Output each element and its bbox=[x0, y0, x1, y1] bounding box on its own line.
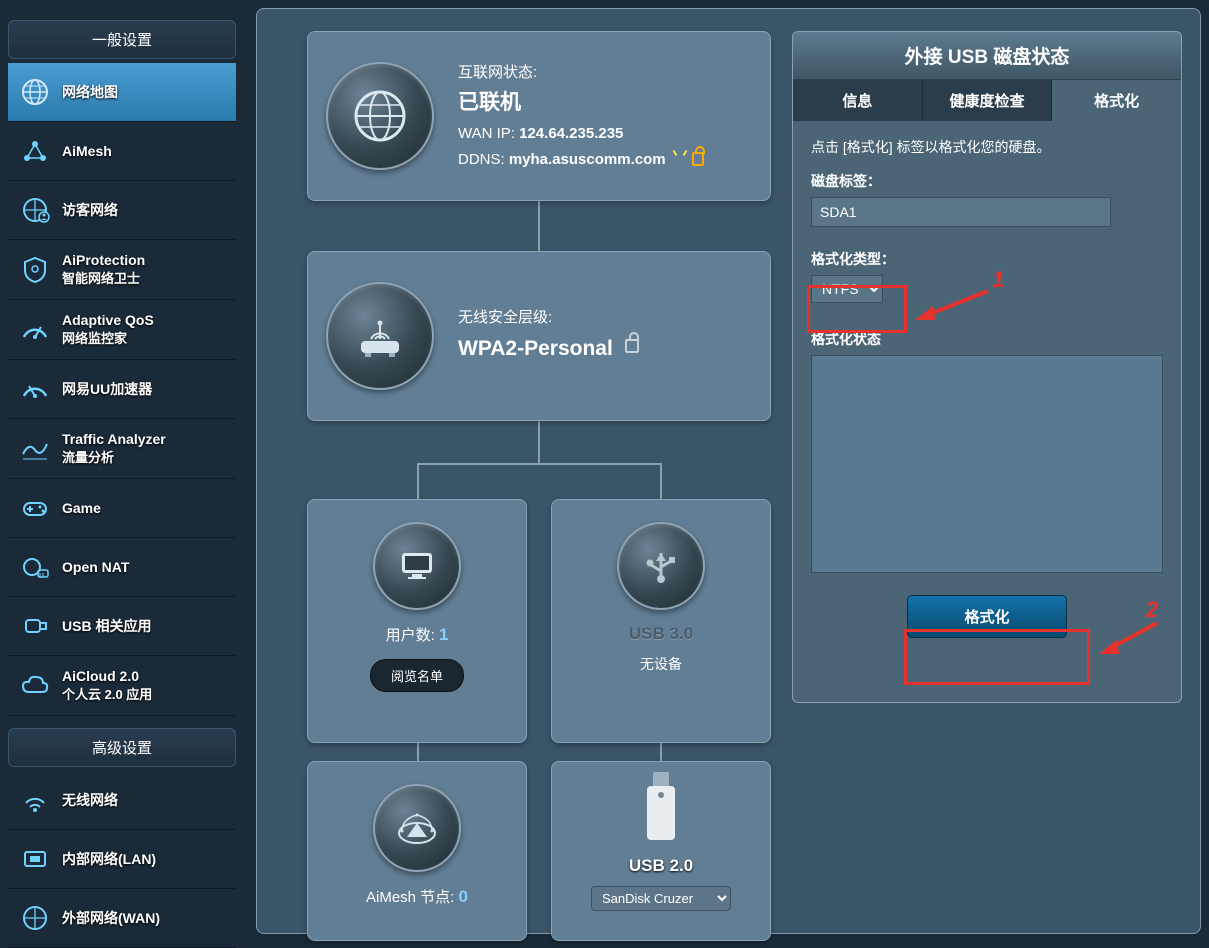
sidebar-item-label: 内部网络(LAN) bbox=[62, 849, 156, 869]
cloud-icon bbox=[18, 669, 52, 703]
gauge-icon bbox=[18, 313, 52, 347]
usb3-sub: 无设备 bbox=[552, 654, 770, 674]
sidebar-item-label: AiMesh bbox=[62, 143, 112, 159]
sidebar-item-game[interactable]: Game bbox=[8, 479, 236, 538]
sidebar-item-label: 网络地图 bbox=[62, 82, 118, 102]
disk-label-input[interactable] bbox=[811, 197, 1111, 227]
tab-format[interactable]: 格式化 bbox=[1052, 80, 1181, 121]
sidebar-item-label: 无线网络 bbox=[62, 790, 118, 810]
sidebar-item-label: Open NAT bbox=[62, 559, 129, 575]
format-button[interactable]: 格式化 bbox=[907, 595, 1066, 638]
usb-icon bbox=[617, 522, 705, 610]
sidebar-item-lan[interactable]: 内部网络(LAN) bbox=[8, 830, 236, 889]
sidebar-item-label: AiProtection 智能网络卫士 bbox=[62, 252, 145, 287]
wifi-security-text: 无线安全层级: WPA2-Personal bbox=[458, 305, 639, 366]
sidebar-item-aicloud[interactable]: AiCloud 2.0 个人云 2.0 应用 bbox=[8, 656, 236, 716]
wifi-icon bbox=[18, 783, 52, 817]
aimesh-house-icon bbox=[373, 784, 461, 872]
internet-status-text: 互联网状态: 已联机 WAN IP: 124.64.235.235 DDNS: … bbox=[458, 60, 704, 172]
gamepad-icon bbox=[18, 491, 52, 525]
lan-icon bbox=[18, 842, 52, 876]
usb-icon bbox=[18, 609, 52, 643]
sidebar-item-label: Game bbox=[62, 500, 101, 516]
sidebar-item-network-map[interactable]: 网络地图 bbox=[8, 63, 236, 122]
sidebar-item-open-nat[interactable]: Open NAT bbox=[8, 538, 236, 597]
guest-globe-icon bbox=[18, 193, 52, 227]
card-aimesh-node[interactable]: AiMesh 节点: 0 bbox=[307, 761, 527, 941]
usb-disk-panel: 外接 USB 磁盘状态 信息 健康度检查 格式化 点击 [格式化] 标签以格式化… bbox=[792, 31, 1182, 703]
sidebar-item-uu-accelerator[interactable]: 网易UU加速器 bbox=[8, 360, 236, 419]
connector bbox=[417, 743, 419, 761]
usb2-title: USB 2.0 bbox=[552, 856, 770, 876]
aimesh-node-count: AiMesh 节点: 0 bbox=[308, 886, 526, 907]
card-clients[interactable]: 用户数: 1 阅览名单 bbox=[307, 499, 527, 743]
sidebar-item-label: 网易UU加速器 bbox=[62, 379, 152, 399]
monitor-icon bbox=[373, 522, 461, 610]
connector bbox=[660, 463, 662, 499]
sidebar-item-aiprotection[interactable]: AiProtection 智能网络卫士 bbox=[8, 240, 236, 300]
sidebar-item-aimesh[interactable]: AiMesh bbox=[8, 122, 236, 181]
format-status-label: 格式化状态 bbox=[811, 329, 1163, 349]
sidebar-item-label: USB 相关应用 bbox=[62, 616, 151, 636]
annotation-number-2: 2 bbox=[1146, 597, 1158, 623]
connector bbox=[538, 421, 540, 463]
view-client-list-button[interactable]: 阅览名单 bbox=[370, 659, 464, 692]
tab-info[interactable]: 信息 bbox=[793, 80, 923, 121]
usb3-title: USB 3.0 bbox=[552, 624, 770, 644]
ddns-rays-icon bbox=[672, 150, 688, 164]
lock-icon bbox=[625, 339, 639, 353]
clients-count: 用户数: 1 bbox=[308, 624, 526, 645]
gauge-icon bbox=[18, 372, 52, 406]
sidebar-item-wireless[interactable]: 无线网络 bbox=[8, 771, 236, 830]
router-icon bbox=[326, 282, 434, 390]
globe-icon bbox=[326, 62, 434, 170]
traffic-icon bbox=[18, 432, 52, 466]
sidebar-item-traffic-analyzer[interactable]: Traffic Analyzer 流量分析 bbox=[8, 419, 236, 479]
connector bbox=[417, 463, 661, 465]
wan-globe-icon bbox=[18, 901, 52, 935]
annotation-number-1: 1 bbox=[992, 267, 1004, 293]
sidebar-item-label: 访客网络 bbox=[62, 200, 118, 220]
connector bbox=[417, 463, 419, 499]
disk-label-label: 磁盘标签： bbox=[811, 171, 1163, 191]
sidebar-item-label: AiCloud 2.0 个人云 2.0 应用 bbox=[62, 668, 152, 703]
sidebar-item-guest-network[interactable]: 访客网络 bbox=[8, 181, 236, 240]
shield-icon bbox=[18, 253, 52, 287]
connector bbox=[538, 201, 540, 251]
format-hint: 点击 [格式化] 标签以格式化您的硬盘。 bbox=[811, 137, 1163, 157]
tab-health[interactable]: 健康度检查 bbox=[923, 80, 1053, 121]
sidebar-item-usb-app[interactable]: USB 相关应用 bbox=[8, 597, 236, 656]
sidebar-item-wan[interactable]: 外部网络(WAN) bbox=[8, 889, 236, 948]
sidebar-item-label: Traffic Analyzer 流量分析 bbox=[62, 431, 166, 466]
globe-icon bbox=[18, 75, 52, 109]
usb2-device-select[interactable]: SanDisk Cruzer bbox=[591, 886, 731, 911]
card-internet-status[interactable]: 互联网状态: 已联机 WAN IP: 124.64.235.235 DDNS: … bbox=[307, 31, 771, 201]
tab-row: 信息 健康度检查 格式化 bbox=[793, 80, 1181, 121]
advanced-settings-header: 高级设置 bbox=[8, 728, 236, 767]
format-type-label: 格式化类型： bbox=[811, 249, 1163, 269]
general-settings-header: 一般设置 bbox=[8, 20, 236, 59]
sidebar-item-label: Adaptive QoS 网络监控家 bbox=[62, 312, 154, 347]
sidebar-item-adaptive-qos[interactable]: Adaptive QoS 网络监控家 bbox=[8, 300, 236, 360]
format-status-area bbox=[811, 355, 1163, 573]
card-usb3[interactable]: USB 3.0 无设备 bbox=[551, 499, 771, 743]
usb-stick-icon bbox=[647, 786, 675, 840]
sidebar-item-label: 外部网络(WAN) bbox=[62, 908, 160, 928]
card-wifi-security[interactable]: 无线安全层级: WPA2-Personal bbox=[307, 251, 771, 421]
lock-icon bbox=[692, 152, 704, 166]
card-usb2[interactable]: USB 2.0 SanDisk Cruzer bbox=[551, 761, 771, 941]
sidebar: 一般设置 网络地图 AiMesh 访客网络 AiProtection 智能网络卫… bbox=[8, 0, 236, 948]
main-content: 互联网状态: 已联机 WAN IP: 124.64.235.235 DDNS: … bbox=[256, 8, 1201, 934]
mesh-icon bbox=[18, 134, 52, 168]
format-type-select[interactable]: NTFS bbox=[811, 275, 883, 303]
panel-title: 外接 USB 磁盘状态 bbox=[793, 32, 1181, 80]
connector bbox=[660, 743, 662, 761]
nat-icon bbox=[18, 550, 52, 584]
